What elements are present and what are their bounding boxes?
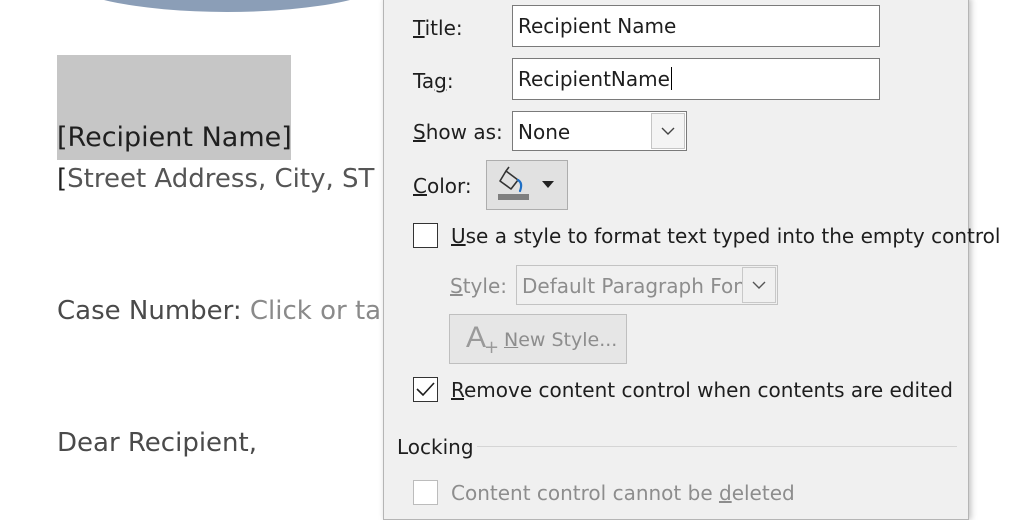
show-as-accel: S [413, 120, 426, 144]
text-caret [670, 67, 672, 90]
new-style-icon: A [466, 321, 487, 354]
title-label-accel: T [413, 16, 425, 40]
new-style-accel: N [504, 329, 519, 351]
tag-input-value: RecipientName [518, 67, 670, 91]
case-number-line: Case Number: Click or ta [57, 296, 381, 326]
title-input-value: Recipient Name [518, 14, 677, 38]
street-address-line[interactable]: [Street Address, City, ST [57, 164, 374, 194]
cannot-delete-label[interactable]: Content control cannot be deleted [451, 481, 795, 505]
style-rest: tyle: [462, 274, 507, 298]
paint-bucket-icon [498, 166, 554, 200]
show-as-dropdown[interactable]: None [512, 111, 687, 151]
tag-label-pre: Ta [413, 69, 435, 93]
tag-label-rest: : [446, 69, 454, 93]
style-label: Style: [450, 274, 507, 298]
content-control-properties-dialog: Title: Recipient Name Tag: RecipientName… [383, 0, 1000, 520]
show-as-value: None [518, 120, 571, 144]
case-number-label: Case Number: [57, 296, 242, 326]
use-style-label[interactable]: Use a style to format text typed into th… [451, 224, 1000, 248]
salutation: Dear Recipient, [57, 428, 257, 458]
new-style-button[interactable]: A + New Style... [449, 314, 627, 364]
color-picker-button[interactable] [486, 160, 568, 210]
tag-label-accel: g [434, 69, 447, 93]
color-accel: C [413, 174, 427, 198]
use-style-accel: U [451, 224, 466, 248]
style-value: Default Paragraph Font [522, 274, 754, 298]
tag-input[interactable]: RecipientName [512, 58, 880, 100]
cannot-delete-pre: Content control cannot be [451, 481, 719, 505]
case-number-placeholder[interactable]: Click or ta [250, 296, 381, 326]
cannot-delete-checkbox[interactable] [413, 480, 438, 505]
style-chevron-down-icon[interactable] [742, 267, 776, 303]
header-oval-shape [62, 0, 385, 12]
recipient-name-control[interactable]: [Recipient Name] [57, 122, 292, 153]
title-label: Title: [413, 16, 463, 40]
locking-separator [477, 446, 957, 447]
color-rest: olor: [426, 174, 472, 198]
remove-accel: R [451, 378, 464, 402]
document-canvas: [Recipient Name] [Street Address, City, … [0, 0, 385, 508]
checkmark-icon [416, 382, 435, 397]
style-dropdown[interactable]: Default Paragraph Font [516, 265, 778, 305]
street-bracket: [ [57, 164, 68, 194]
use-style-checkbox[interactable] [413, 223, 438, 248]
show-as-label: Show as: [413, 120, 503, 144]
show-as-rest: how as: [425, 120, 503, 144]
new-style-rest: ew Style... [518, 329, 618, 351]
remove-control-label[interactable]: Remove content control when contents are… [451, 378, 953, 402]
chevron-down-icon[interactable] [651, 113, 685, 149]
locking-heading: Locking [397, 435, 474, 459]
street-address-text: Street Address, City, ST [67, 164, 375, 194]
new-style-plus: + [484, 337, 500, 358]
new-style-label: New Style... [504, 329, 617, 351]
color-label: Color: [413, 174, 472, 198]
cannot-delete-accel: d [718, 481, 732, 505]
remove-rest: emove content control when contents are … [464, 378, 953, 402]
use-style-rest: se a style to format text typed into the… [465, 224, 1001, 248]
title-input[interactable]: Recipient Name [512, 5, 880, 47]
remove-control-checkbox[interactable] [413, 377, 438, 402]
tag-label: Tag: [413, 69, 454, 93]
title-label-rest: itle: [424, 16, 463, 40]
cannot-delete-rest: eleted [731, 481, 795, 505]
style-accel: S [450, 274, 463, 298]
